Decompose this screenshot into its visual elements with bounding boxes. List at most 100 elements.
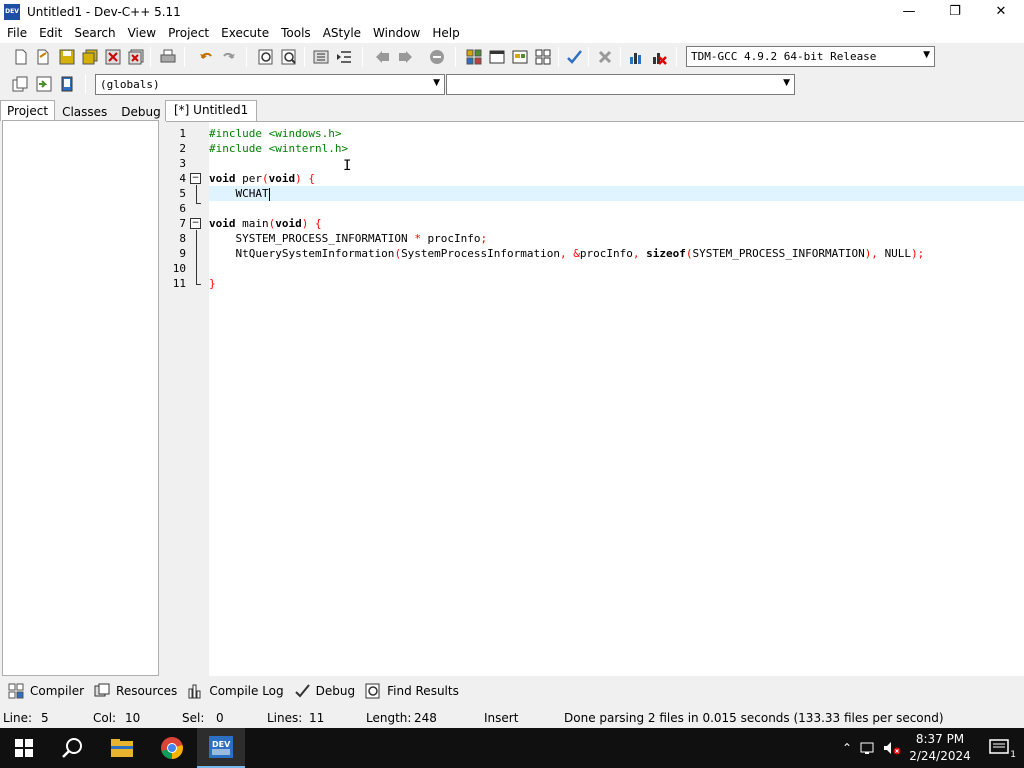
start-button[interactable] (0, 728, 48, 768)
bottom-panel-tabs: Compiler Resources Compile Log Debug Fin… (0, 679, 1024, 703)
indent-icon[interactable] (311, 47, 331, 67)
scope-select[interactable]: (globals) ▼ (95, 74, 445, 95)
check-syntax-icon[interactable] (564, 47, 584, 67)
code-token: main (235, 217, 269, 230)
find-icon[interactable] (256, 47, 276, 67)
profile-analysis-icon[interactable] (626, 47, 646, 67)
resources-icon (94, 683, 110, 699)
tab-resources[interactable]: Resources (90, 680, 183, 702)
tab-find-results[interactable]: Find Results (361, 680, 465, 702)
project-browser[interactable] (2, 120, 159, 676)
secondary-toolbar: (globals) ▼ ▼ (0, 71, 1024, 98)
fullscreen-icon[interactable] (487, 47, 507, 67)
close-file-icon[interactable] (103, 47, 123, 67)
bookmark-prev-icon[interactable] (372, 47, 392, 67)
notification-center-icon[interactable]: 1 (976, 728, 1024, 768)
chevron-down-icon: ▼ (433, 78, 440, 88)
system-clock[interactable]: 8:37 PM 2/24/2024 (904, 731, 976, 765)
volume-muted-icon[interactable] (880, 741, 904, 755)
menu-search[interactable]: Search (68, 23, 121, 43)
new-file-icon[interactable] (11, 47, 31, 67)
unindent-icon[interactable] (334, 47, 354, 67)
fold-collapse-icon[interactable]: − (190, 173, 201, 184)
code-text[interactable]: #include <windows.h> #include <winternl.… (209, 122, 1024, 676)
minimize-button[interactable]: — (886, 0, 932, 23)
tab-debug[interactable]: Debug (114, 101, 167, 121)
menu-astyle[interactable]: AStyle (317, 23, 367, 43)
code-line-7: void main(void) { (209, 216, 322, 231)
menu-tools[interactable]: Tools (275, 23, 317, 43)
save-icon[interactable] (57, 47, 77, 67)
tab-debug-label: Debug (315, 684, 356, 698)
checkmark-icon (294, 683, 310, 699)
goto-line-icon[interactable] (427, 47, 447, 67)
code-line-1: #include <windows.h> (209, 126, 341, 141)
tab-project[interactable]: Project (0, 100, 56, 121)
undo-icon[interactable] (196, 47, 216, 67)
tab-compiler[interactable]: Compiler (4, 680, 90, 702)
left-panel-tabs: Project Classes Debug (0, 100, 161, 121)
tab-compile-log[interactable]: Compile Log (183, 680, 289, 702)
compiler-select[interactable]: TDM-GCC 4.9.2 64-bit Release ▼ (686, 46, 935, 67)
save-all-icon[interactable] (80, 47, 100, 67)
tab-resources-label: Resources (116, 684, 178, 698)
toggle-bookmark-icon[interactable] (34, 74, 54, 94)
fold-collapse-icon[interactable]: − (190, 218, 201, 229)
compiler-select-value: TDM-GCC 4.9.2 64-bit Release (691, 50, 877, 63)
open-file-icon[interactable] (33, 47, 53, 67)
devcpp-app-icon[interactable]: DEV (4, 3, 20, 20)
svg-text:DEV: DEV (212, 740, 231, 749)
editor-tabs: [*] Untitled1 (165, 100, 1024, 121)
menu-view[interactable]: View (122, 23, 162, 43)
tab-debug-bottom[interactable]: Debug (290, 680, 361, 702)
delete-profiling-icon[interactable] (649, 47, 669, 67)
project-manager-icon[interactable] (464, 47, 484, 67)
stop-execution-icon[interactable] (595, 47, 615, 67)
menu-help[interactable]: Help (426, 23, 465, 43)
print-icon[interactable] (158, 47, 178, 67)
line-number: 9 (179, 247, 186, 260)
tab-untitled1[interactable]: [*] Untitled1 (165, 100, 258, 121)
code-token: , & (560, 247, 580, 260)
status-sel-value: 0 (216, 711, 224, 725)
line-number: 10 (172, 262, 186, 275)
status-message: Done parsing 2 files in 0.015 seconds (1… (564, 711, 944, 725)
insert-code-icon[interactable] (10, 74, 30, 94)
tab-compile-log-label: Compile Log (209, 684, 284, 698)
line-number: 8 (179, 232, 186, 245)
taskbar-devcpp-icon[interactable]: DEV (197, 728, 245, 768)
chevron-down-icon: ▼ (923, 50, 930, 60)
redo-icon[interactable] (219, 47, 239, 67)
clock-date: 2/24/2024 (909, 749, 971, 763)
code-token: SYSTEM_PROCESS_INFORMATION (209, 232, 415, 245)
goto-bookmark-icon[interactable] (57, 74, 77, 94)
toolbars-icon[interactable] (510, 47, 530, 67)
code-editor[interactable]: 1 2 3 4 5 6 7 8 9 10 11 − − #include <wi… (166, 121, 1024, 676)
clock-time: 8:37 PM (915, 732, 965, 746)
close-button[interactable]: ✕ (978, 0, 1024, 23)
tile-windows-icon[interactable] (533, 47, 553, 67)
bookmark-next-icon[interactable] (396, 47, 416, 67)
scope-select-value: (globals) (100, 78, 160, 91)
menu-project[interactable]: Project (162, 23, 215, 43)
member-select[interactable]: ▼ (446, 74, 795, 95)
maximize-button[interactable]: ❐ (932, 0, 978, 23)
chevron-up-icon[interactable]: ⌃ (838, 741, 856, 755)
chrome-icon[interactable] (148, 728, 196, 768)
code-token: #include (209, 127, 269, 140)
close-all-icon[interactable] (126, 47, 146, 67)
menu-window[interactable]: Window (367, 23, 426, 43)
file-explorer-icon[interactable] (98, 728, 146, 768)
menu-execute[interactable]: Execute (215, 23, 275, 43)
menu-bar: File Edit Search View Project Execute To… (0, 23, 1024, 43)
code-token: SYSTEM_PROCESS_INFORMATION (692, 247, 865, 260)
tab-classes[interactable]: Classes (55, 101, 114, 121)
network-icon[interactable] (856, 741, 880, 755)
mouse-ibeam-cursor: I (343, 158, 352, 174)
replace-icon[interactable] (279, 47, 299, 67)
status-col-label: Col: (93, 711, 117, 725)
code-token: NULL (884, 247, 912, 260)
search-icon[interactable] (48, 728, 96, 768)
menu-edit[interactable]: Edit (33, 23, 68, 43)
menu-file[interactable]: File (1, 23, 33, 43)
